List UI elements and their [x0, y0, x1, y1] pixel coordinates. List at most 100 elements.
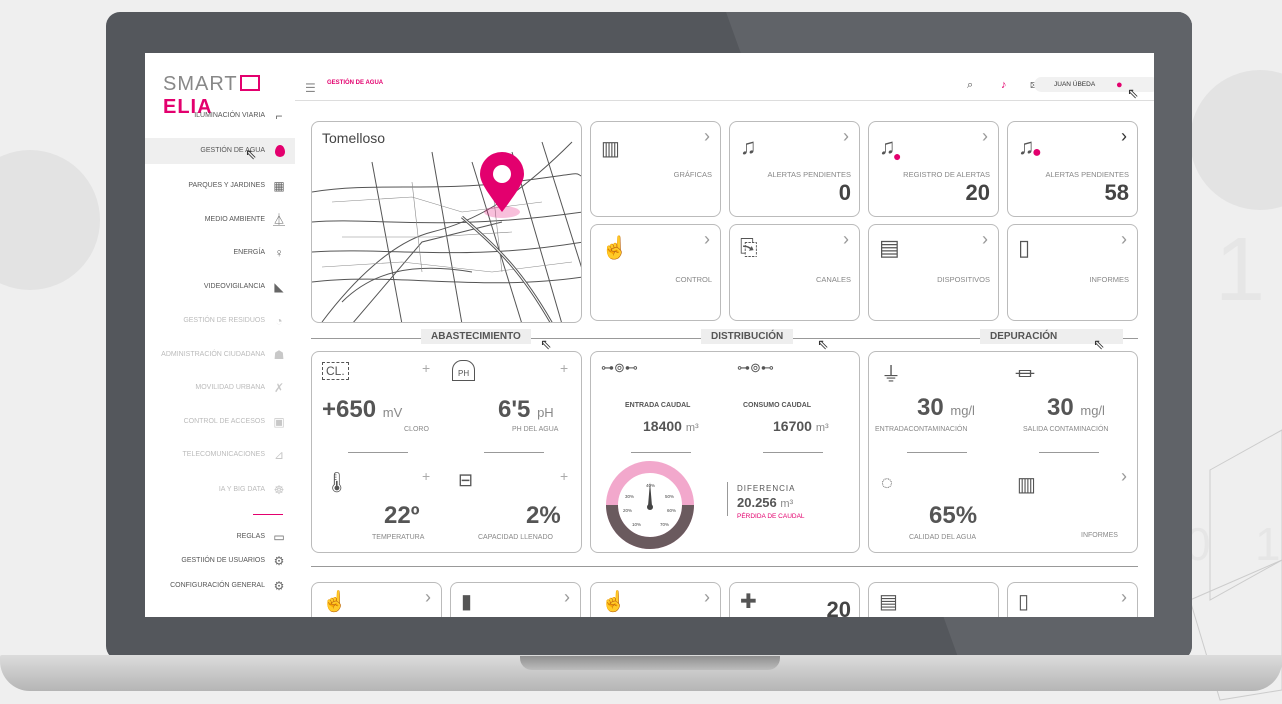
sidebar-item-movilidad[interactable]: MOVILIDAD URBANA ✗ [145, 375, 295, 401]
sidebar-item-parques[interactable]: PARQUES Y JARDINES ▦ [145, 173, 295, 199]
sidebar-item-administracion[interactable]: ADMINISTRACIÓN CIUDADANA ☗ [145, 342, 295, 368]
consumo-caudal-value: 16700 m³ [773, 418, 829, 434]
tile-control[interactable]: ☝ › CONTROL [590, 224, 721, 321]
panel-distribucion: ⊶⊚⊷ ⊶⊚⊷ ENTRADA CAUDAL CONSUMO CAUDAL 18… [590, 351, 860, 553]
search-icon[interactable]: ⌕ [967, 79, 973, 92]
salida-number: 30 [1047, 394, 1074, 421]
divider [763, 452, 823, 453]
salida-contaminacion-value: 30 mg/l [1047, 394, 1105, 422]
sidebar-item-iluminacion[interactable]: ILUMINACIÓN VIARIA ⌐ [145, 103, 295, 129]
plus-icon[interactable]: + [560, 468, 568, 484]
tile-alertas-pendientes-2[interactable]: ♫ ● › ALERTAS PENDIENTES 58 [1007, 121, 1138, 217]
tile-registro-alertas[interactable]: ♫ ● › REGISTRO DE ALERTAS 20 [868, 121, 999, 217]
chevron-right-icon: › [1121, 229, 1127, 249]
informes-label[interactable]: INFORMES [1081, 532, 1118, 539]
user-gear-icon: ⚙ [273, 554, 285, 568]
cloro-label: CLORO [404, 426, 429, 433]
recycle-icon: ◔ [275, 314, 283, 328]
alert-badge-icon: ● [1032, 144, 1042, 161]
sidebar-item-configuracion[interactable]: CONFIGURACIÓN GENERAL ⚙ [145, 573, 295, 599]
chevron-right-icon: › [982, 126, 988, 146]
plus-icon[interactable]: + [560, 360, 568, 376]
sidebar-item-residuos[interactable]: GESTIÓN DE RESIDUOS ◔ [145, 308, 295, 334]
antenna-icon: ⊿ [273, 448, 285, 462]
ruler-icon: ▮ [461, 591, 473, 613]
bulb-icon: ♀ [274, 246, 284, 260]
tile-value: 20 [826, 597, 851, 617]
tile-label: GRÁFICAS [673, 170, 712, 179]
alert-bell-icon[interactable]: ♪ [1001, 79, 1007, 91]
sidebar-item-label: VIDEOVIGILANCIA [203, 283, 265, 290]
tank-icon: ⊟ [458, 470, 474, 490]
tile-informes[interactable]: ▯ › INFORMES [1007, 224, 1138, 321]
tile-label: REGISTRO DE ALERTAS [903, 170, 990, 179]
water-outlet-icon: ⏛ [1015, 364, 1035, 386]
entrada-contaminacion-label: ENTRADACONTAMINACIÓN [875, 426, 968, 433]
gauge-tick: 10% [632, 522, 641, 527]
tile-canales[interactable]: ⎘ › CANALES [729, 224, 860, 321]
tile-bottom-devices[interactable]: ▤ [868, 582, 999, 617]
mouse-cursor-icon: ⇖ [1127, 85, 1139, 101]
walking-icon: ✗ [273, 381, 285, 395]
tile-bottom-control[interactable]: ☝ › [590, 582, 721, 617]
tile-dispositivos[interactable]: ▤ › DISPOSITIVOS [868, 224, 999, 321]
city-map[interactable] [312, 122, 582, 323]
bg-digit: 1 [1255, 518, 1281, 570]
user-name: JUAN ÚBEDA [1054, 81, 1096, 88]
tile-value: 58 [1104, 180, 1129, 205]
divider [484, 452, 544, 453]
logo-box-icon [239, 75, 260, 91]
plus-icon[interactable]: + [422, 468, 430, 484]
chevron-right-icon: › [982, 229, 988, 249]
temperature-value: 22º [384, 502, 420, 529]
perdida-label: PÉRDIDA DE CAUDAL [737, 513, 805, 520]
sidebar-item-accesos[interactable]: CONTROL DE ACCESOS ▣ [145, 409, 295, 435]
chevron-right-icon: › [704, 126, 710, 146]
gauge-tick: 20% [623, 508, 632, 513]
sidebar-item-ia[interactable]: IA Y BIG DATA ☸ [145, 477, 295, 503]
chevron-right-icon: › [1121, 587, 1127, 607]
sidebar-item-usuarios[interactable]: GESTIIÓN DE USUARIOS ⚙ [145, 548, 295, 574]
sidebar-item-label: GESTIIÓN DE USUARIOS [181, 557, 265, 564]
devices-icon: ▤ [879, 591, 898, 613]
sidebar-item-label: MEDIO AMBIENTE [204, 216, 265, 223]
gauge-tick: 30% [625, 494, 634, 499]
tile-value: 0 [838, 180, 851, 205]
entrada-caudal-label: ENTRADA CAUDAL [625, 402, 691, 409]
people-icon: ☗ [273, 348, 285, 362]
bg-digit: 1 [1215, 220, 1265, 320]
share-screen-icon: ⎘ [740, 235, 758, 260]
sidebar-item-medio-ambiente[interactable]: MEDIO AMBIENTE ⏅ [145, 207, 295, 233]
tile-bottom-touch[interactable]: ☝ › [311, 582, 442, 617]
avatar-icon[interactable]: ● [1116, 79, 1123, 91]
unit: m³ [685, 422, 699, 434]
sidebar-item-label: ENERGÍA [233, 249, 265, 256]
ph-label: pH DEL AGUA [512, 426, 559, 433]
menu-icon[interactable]: ☰ [305, 81, 316, 95]
sidebar-item-label: IA Y BIG DATA [218, 486, 265, 493]
gauge-tick: 60% [667, 508, 676, 513]
tile-bottom-document[interactable]: ▯ › [1007, 582, 1138, 617]
map-card[interactable]: Tomelloso [311, 121, 582, 323]
mouse-cursor-icon: ⇖ [245, 146, 257, 162]
sidebar-item-energia[interactable]: ENERGÍA ♀ [145, 240, 295, 266]
chevron-right-icon[interactable]: › [1121, 466, 1127, 487]
chlorine-icon: CL. [322, 362, 349, 380]
section-distribucion: DISTRIBUCIÓN [701, 329, 794, 344]
entrada-number: 30 [917, 394, 944, 421]
plus-icon[interactable]: + [422, 360, 430, 376]
tile-graficas[interactable]: ▥ › GRÁFICAS [590, 121, 721, 217]
tile-bottom-ruler[interactable]: ▮ › [450, 582, 581, 617]
tile-bottom-puzzle[interactable]: ✚ 20 [729, 582, 860, 617]
sidebar-item-telecomunicaciones[interactable]: TELECOMUNICACIONES ⊿ [145, 442, 295, 468]
tile-alertas-pendientes[interactable]: ♫ › ALERTAS PENDIENTES 0 [729, 121, 860, 217]
tile-label: DISPOSITIVOS [937, 275, 990, 284]
chevron-right-icon: › [843, 126, 849, 146]
divider [348, 452, 408, 453]
sidebar-item-label: GESTIÓN DE RESIDUOS [183, 317, 265, 324]
sidebar-item-reglas[interactable]: REGLAS ▭ [145, 524, 295, 550]
sidebar-item-videovigilancia[interactable]: VIDEOVIGILANCIA ◣ [145, 274, 295, 300]
temperature-label: TEMPERATURA [372, 534, 425, 541]
sidebar-item-agua[interactable]: GESTIÓN DE AGUA [145, 138, 295, 164]
touch-control-icon: ☝ [601, 591, 626, 613]
